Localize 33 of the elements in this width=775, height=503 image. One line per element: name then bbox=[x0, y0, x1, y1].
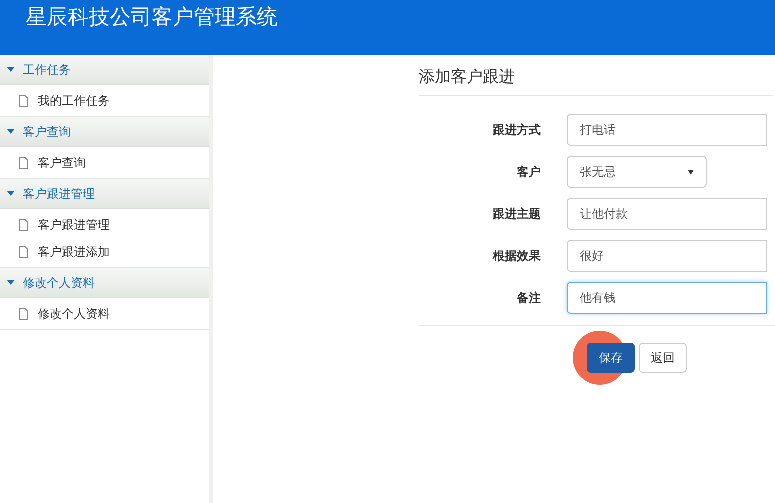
document-icon bbox=[19, 246, 28, 258]
caret-icon bbox=[7, 67, 15, 72]
field-label: 跟进方式 bbox=[492, 122, 542, 139]
sidebar-item[interactable]: 客户跟进添加 bbox=[0, 238, 209, 265]
sidebar-group-header[interactable]: 客户查询 bbox=[0, 117, 209, 147]
input-field[interactable]: 打电话 bbox=[567, 114, 767, 146]
input-field[interactable]: 他有钱 bbox=[567, 282, 767, 314]
app-title: 星辰科技公司客户管理系统 bbox=[26, 4, 278, 31]
input-field[interactable]: 很好 bbox=[567, 240, 767, 272]
document-icon bbox=[19, 94, 28, 106]
sidebar-item[interactable]: 客户查询 bbox=[0, 149, 209, 176]
caret-icon bbox=[7, 129, 15, 134]
dropdown-caret-icon bbox=[688, 170, 694, 174]
field-label: 备注 bbox=[516, 290, 542, 307]
sidebar-group-header[interactable]: 客户跟进管理 bbox=[0, 179, 209, 209]
sidebar-item[interactable]: 客户跟进管理 bbox=[0, 211, 209, 238]
field-label: 客户 bbox=[516, 164, 542, 181]
sidebar-group-header[interactable]: 修改个人资料 bbox=[0, 268, 209, 298]
caret-icon bbox=[7, 280, 15, 285]
form-button[interactable]: 返回 bbox=[639, 343, 687, 373]
customer-select[interactable]: 张无忌 bbox=[567, 156, 707, 188]
input-field[interactable]: 让他付款 bbox=[567, 198, 767, 230]
document-icon bbox=[19, 308, 28, 320]
form-button[interactable]: 保存 bbox=[587, 343, 635, 373]
form-title: 添加客户跟进 bbox=[419, 65, 773, 96]
caret-icon bbox=[7, 191, 15, 196]
field-label: 跟进主题 bbox=[492, 206, 542, 223]
sidebar-item[interactable]: 修改个人资料 bbox=[0, 300, 209, 327]
sidebar-item[interactable]: 我的工作任务 bbox=[0, 87, 209, 114]
document-icon bbox=[19, 156, 28, 168]
document-icon bbox=[19, 218, 28, 230]
sidebar-group-header[interactable]: 工作任务 bbox=[0, 55, 209, 85]
field-label: 根据效果 bbox=[492, 248, 542, 265]
